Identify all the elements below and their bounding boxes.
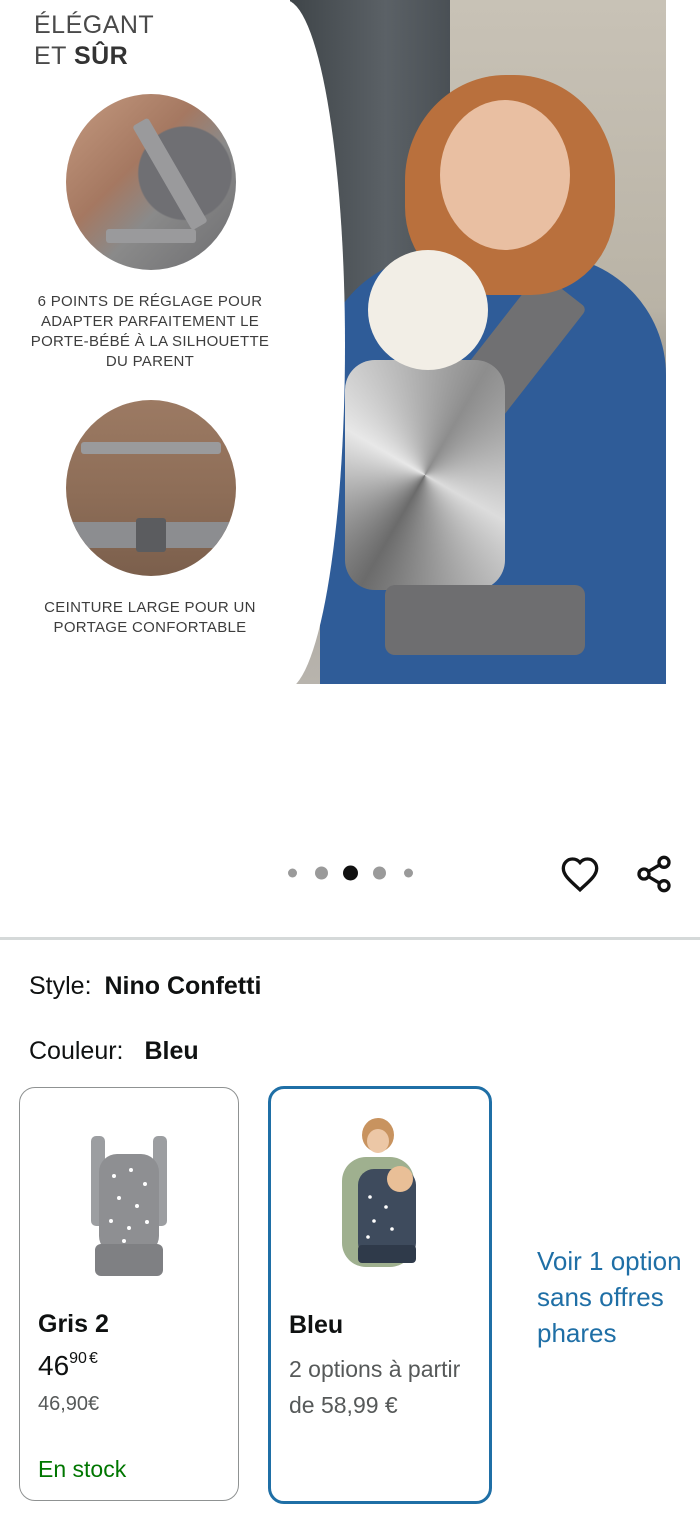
swatch-name: Bleu xyxy=(289,1311,344,1339)
availability-status: En stock xyxy=(38,1456,127,1482)
style-value: Nino Confetti xyxy=(104,972,262,1000)
detail-caption-adjustment: 6 POINTS DE RÉGLAGE POUR ADAPTER PARFAIT… xyxy=(30,293,270,370)
color-label: Couleur: xyxy=(29,1037,124,1065)
heart-icon xyxy=(561,857,599,893)
color-selection: Couleur: Bleu xyxy=(29,1037,199,1066)
see-more-options-link[interactable]: Voir 1 option sans offres phares xyxy=(537,1243,700,1351)
carousel-dot-active[interactable] xyxy=(343,865,358,881)
color-swatch-bleu[interactable]: Bleu 2 options à partir de 58,99 € xyxy=(268,1086,492,1504)
lifestyle-photo xyxy=(290,0,666,684)
detail-image-straps xyxy=(66,94,236,270)
swatch-image-gris-2 xyxy=(91,1136,167,1276)
swatch-options-text: 2 options à partir de 58,99 € xyxy=(289,1356,461,1418)
color-value: Bleu xyxy=(144,1037,199,1065)
carousel-dot[interactable] xyxy=(315,866,328,880)
swatch-price-text: 46,90€ xyxy=(38,1393,100,1415)
share-button[interactable] xyxy=(632,852,676,896)
carousel-dot[interactable] xyxy=(373,866,386,880)
style-selection: Style: Nino Confetti xyxy=(29,972,261,1001)
section-divider xyxy=(0,937,700,940)
product-image-carousel[interactable]: ÉLÉGANT ET SÛR 6 POINTS DE RÉGLAGE POUR … xyxy=(0,0,700,690)
carousel-dot[interactable] xyxy=(288,868,297,878)
favorite-button[interactable] xyxy=(558,852,602,896)
swatch-image-bleu xyxy=(342,1118,416,1267)
style-label: Style: xyxy=(29,972,92,1000)
carousel-dot[interactable] xyxy=(404,868,413,878)
swatch-name: Gris 2 xyxy=(38,1310,109,1338)
color-swatch-gris-2[interactable]: Gris 2 4690 € 46,90€ En stock xyxy=(19,1087,239,1501)
detail-image-belt xyxy=(66,400,236,576)
share-icon xyxy=(637,855,671,893)
hero-title-line2: ET SÛR xyxy=(34,42,129,70)
hero-title: ÉLÉGANT ET SÛR xyxy=(34,10,154,72)
detail-caption-belt: CEINTURE LARGE POUR UN PORTAGE CONFORTAB… xyxy=(44,599,256,636)
swatch-price: 4690 € xyxy=(38,1349,98,1381)
hero-title-line1: ÉLÉGANT xyxy=(34,11,155,39)
